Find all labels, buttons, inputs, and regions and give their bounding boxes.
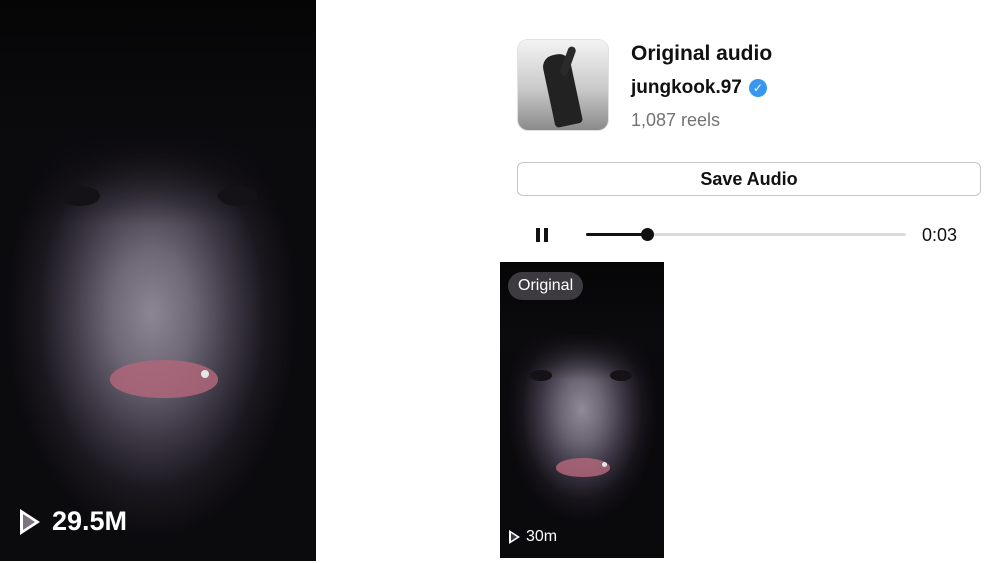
view-count: 29.5M [20,506,127,537]
progress-thumb[interactable] [640,228,654,241]
view-count-text: 29.5M [52,506,128,536]
play-outline-icon [509,530,520,544]
progress-fill [586,233,647,236]
artist-row: jungkook.97 ✓ [631,77,767,99]
reel-count: 1,087 reels [631,110,721,130]
artist-name-link[interactable]: jungkook.97 [631,77,742,99]
elapsed-time: 0:03 [922,225,958,245]
audio-player: 0:03 [520,222,980,248]
view-count-text: 30m [526,528,558,545]
reel-video-large[interactable]: 29.5M [0,0,316,561]
video-frame-detail [602,462,607,467]
progress-slider[interactable] [586,228,906,241]
audio-cover-image[interactable] [518,40,608,130]
audio-title: Original audio [631,42,773,65]
verified-badge-icon: ✓ [748,79,767,97]
reel-video-small[interactable]: Original 30m [500,262,664,558]
screenshot-collage: 29.5M Original audio jungkook.97 ✓ 1,087… [0,0,1000,563]
video-frame-detail [60,186,100,206]
video-frame-detail [610,370,632,381]
video-frame-detail [218,186,258,206]
view-count: 30m [509,528,557,546]
play-outline-icon [20,508,40,535]
original-badge: Original [508,272,584,300]
video-frame-detail [201,370,209,378]
pause-icon[interactable] [536,228,548,242]
save-audio-button[interactable]: Save Audio [517,162,981,196]
video-frame-detail [530,370,552,381]
video-frame-detail [556,458,610,477]
video-frame-detail [110,360,218,398]
video-frame-dark-area [0,0,316,225]
